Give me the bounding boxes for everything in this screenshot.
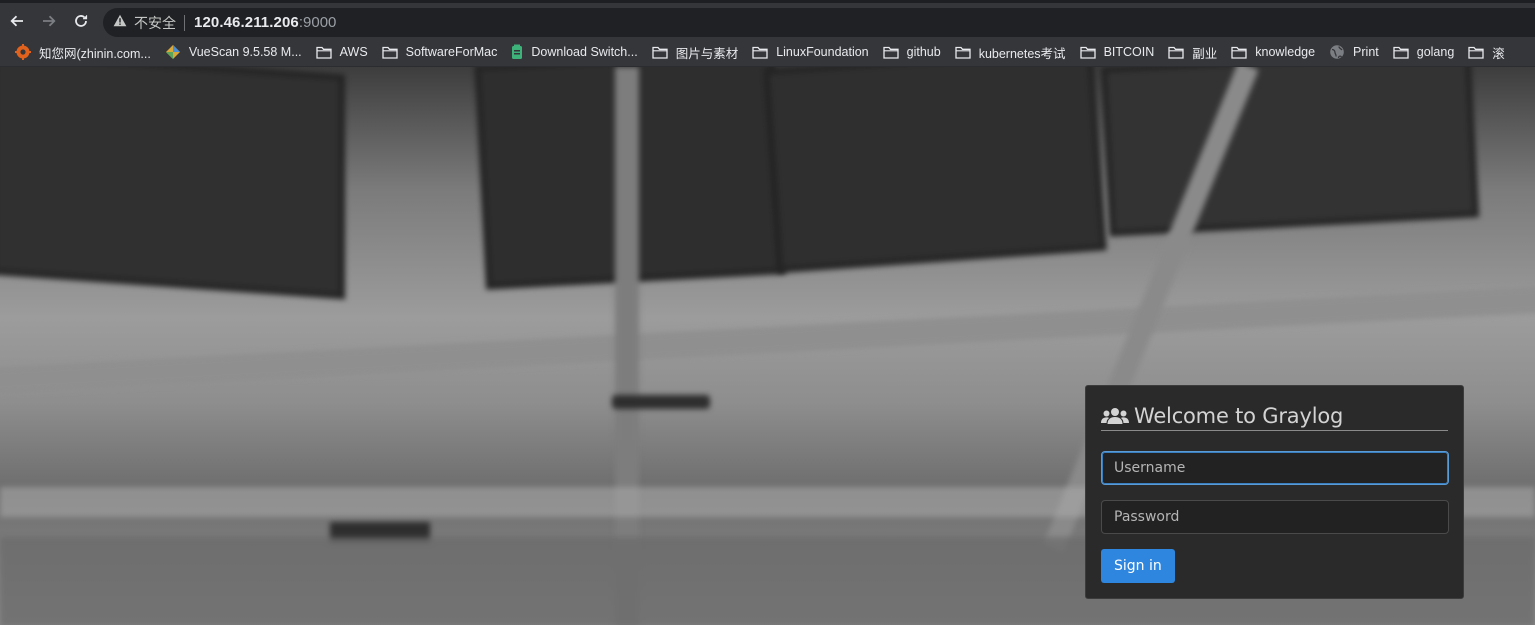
bookmark-label: github bbox=[906, 45, 941, 59]
arrow-right-icon bbox=[43, 15, 56, 26]
bookmark-item[interactable]: 滚 bbox=[1461, 39, 1512, 65]
bookmark-label: kubernetes考试 bbox=[978, 46, 1066, 61]
graylog-login-page: Welcome to Graylog Sign in bbox=[0, 67, 1535, 625]
bookmark-item[interactable]: Download Switch... bbox=[504, 39, 644, 65]
url-host: 120.46.211.206 bbox=[194, 14, 299, 31]
folder-icon bbox=[1393, 46, 1409, 59]
bookmark-item[interactable]: golang bbox=[1386, 39, 1462, 65]
bookmark-label: Print bbox=[1353, 45, 1379, 59]
bookmark-label: knowledge bbox=[1255, 45, 1316, 59]
vuescan-favicon bbox=[165, 44, 181, 60]
bookmark-label: 知您网(zhinin.com... bbox=[39, 46, 151, 61]
background-window-center-right bbox=[763, 67, 1107, 274]
url-port: :9000 bbox=[298, 14, 337, 31]
warning-icon[interactable] bbox=[113, 14, 127, 32]
download-favicon bbox=[511, 44, 523, 60]
bookmark-item[interactable]: BITCOIN bbox=[1073, 39, 1162, 65]
arrow-left-icon bbox=[10, 15, 23, 26]
background-beam bbox=[0, 284, 1535, 396]
users-icon bbox=[1101, 407, 1129, 425]
bookmark-label: AWS bbox=[339, 45, 368, 59]
back-button[interactable] bbox=[4, 8, 30, 34]
bookmark-item[interactable]: github bbox=[876, 39, 948, 65]
bookmark-item[interactable]: VueScan 9.5.58 M... bbox=[158, 39, 309, 65]
globe-icon bbox=[1329, 44, 1345, 60]
sign-in-button[interactable]: Sign in bbox=[1101, 549, 1175, 583]
username-input[interactable] bbox=[1101, 451, 1449, 485]
bookmark-label: BITCOIN bbox=[1103, 45, 1155, 59]
folder-icon bbox=[882, 46, 899, 59]
background-sign bbox=[612, 395, 710, 409]
bookmarks-bar: 知您网(zhinin.com... VueScan 9.5.58 M... AWS S… bbox=[0, 38, 1535, 67]
folder-icon bbox=[752, 46, 768, 59]
bookmark-label: 副业 bbox=[1192, 46, 1218, 61]
folder-icon bbox=[1468, 46, 1484, 59]
bookmark-item[interactable]: 图片与素材 bbox=[645, 39, 746, 65]
reload-button[interactable] bbox=[68, 8, 94, 34]
background-window-right bbox=[1100, 67, 1480, 237]
bookmark-item[interactable]: LinuxFoundation bbox=[745, 39, 875, 65]
folder-icon bbox=[955, 46, 971, 59]
folder-icon bbox=[316, 46, 332, 59]
bookmark-item[interactable]: kubernetes考试 bbox=[948, 39, 1073, 65]
login-panel: Welcome to Graylog Sign in bbox=[1085, 385, 1464, 599]
folder-icon bbox=[652, 46, 668, 59]
folder-icon bbox=[1231, 46, 1247, 59]
forward-button[interactable] bbox=[36, 8, 62, 34]
password-input[interactable] bbox=[1101, 500, 1449, 534]
address-bar[interactable]: 不安全 120.46.211.206 :9000 bbox=[103, 8, 1535, 37]
background-window-left bbox=[0, 67, 345, 300]
bookmark-item[interactable]: 知您网(zhinin.com... bbox=[8, 39, 158, 65]
bookmark-item[interactable]: SoftwareForMac bbox=[375, 39, 505, 65]
reload-icon bbox=[75, 14, 88, 27]
bookmark-label: golang bbox=[1416, 45, 1455, 59]
bookmark-label: SoftwareForMac bbox=[405, 45, 498, 59]
bookmark-label: Download Switch... bbox=[531, 45, 638, 59]
login-title: Welcome to Graylog bbox=[1134, 403, 1344, 428]
bookmark-item[interactable]: Print bbox=[1322, 39, 1386, 65]
address-separator bbox=[184, 14, 185, 31]
bookmark-label: VueScan 9.5.58 M... bbox=[188, 45, 302, 59]
zhinin-favicon bbox=[15, 44, 31, 60]
login-header: Welcome to Graylog bbox=[1101, 401, 1448, 431]
folder-icon bbox=[1079, 46, 1096, 59]
bookmark-label: 滚 bbox=[1492, 46, 1505, 61]
browser-toolbar: 不安全 120.46.211.206 :9000 bbox=[0, 0, 1535, 38]
folder-icon bbox=[1168, 46, 1184, 59]
bookmark-label: 图片与素材 bbox=[675, 46, 739, 61]
bookmark-item[interactable]: knowledge bbox=[1224, 39, 1322, 65]
bookmark-item[interactable]: AWS bbox=[309, 39, 375, 65]
bookmark-item[interactable]: 副业 bbox=[1161, 39, 1224, 65]
security-status-label[interactable]: 不安全 bbox=[134, 13, 176, 33]
bookmark-label: LinuxFoundation bbox=[776, 45, 869, 59]
folder-icon bbox=[382, 46, 398, 59]
